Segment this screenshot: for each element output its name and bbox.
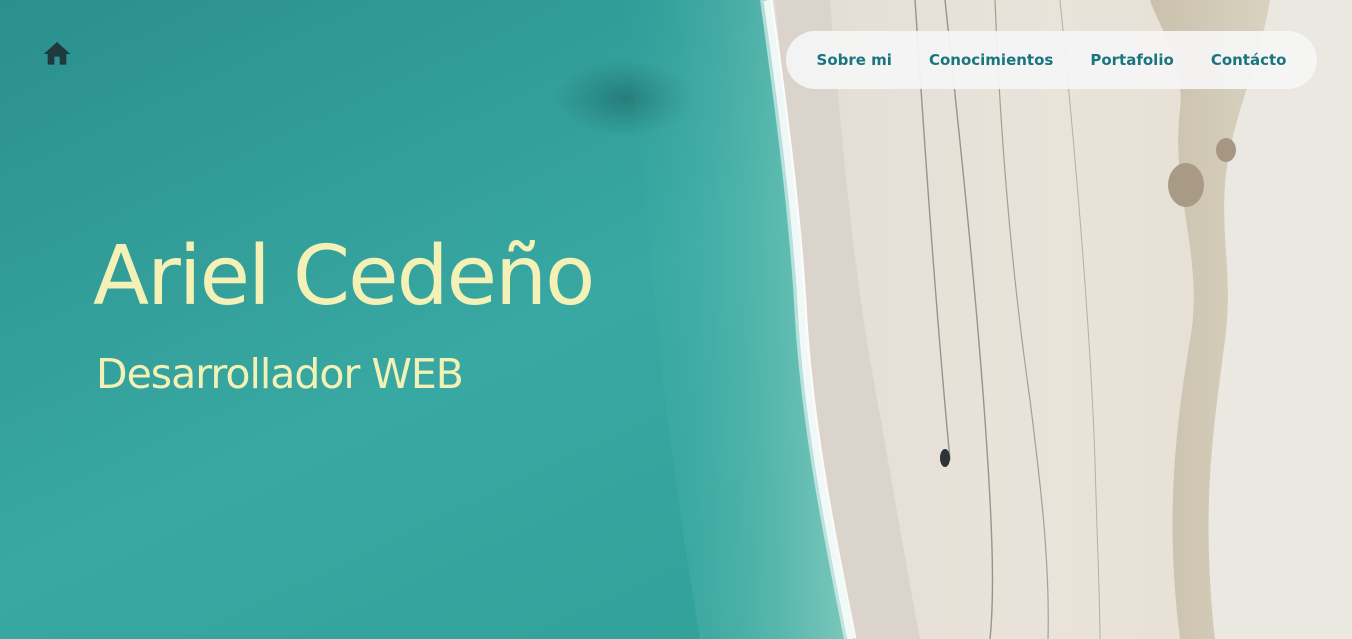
hero-section: Sobre mi Conocimientos Portafolio Contác…: [0, 0, 1352, 639]
nav-item-contacto[interactable]: Contácto: [1211, 51, 1287, 69]
main-nav: Sobre mi Conocimientos Portafolio Contác…: [786, 31, 1317, 89]
nav-item-sobre-mi[interactable]: Sobre mi: [817, 51, 892, 69]
nav-item-portafolio[interactable]: Portafolio: [1090, 51, 1173, 69]
hero-name: Ariel Cedeño: [93, 229, 595, 324]
nav-item-conocimientos[interactable]: Conocimientos: [929, 51, 1053, 69]
home-icon[interactable]: [41, 38, 73, 70]
hero-role: Desarrollador WEB: [96, 350, 464, 398]
